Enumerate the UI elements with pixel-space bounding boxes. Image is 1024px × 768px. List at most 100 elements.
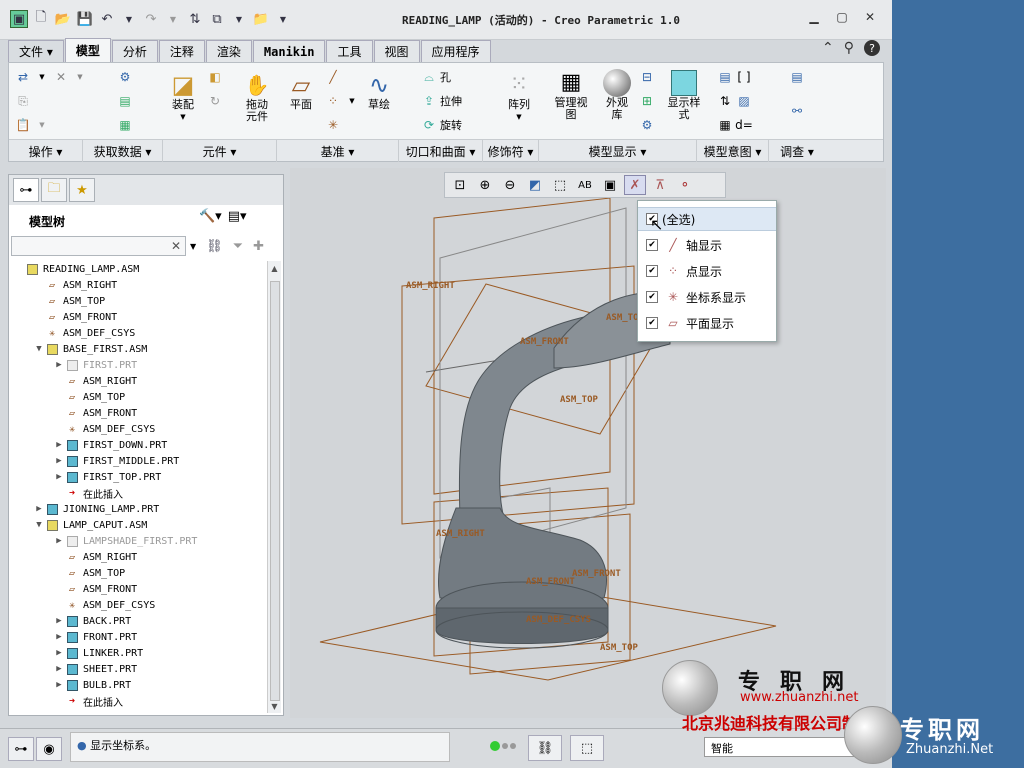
tab-applications[interactable]: 应用程序	[420, 40, 491, 62]
model-tree-tab-icon[interactable]: ⊶	[13, 178, 39, 202]
save-icon[interactable]: 💾	[76, 10, 94, 28]
create-component-button[interactable]: ◧	[207, 69, 223, 85]
minimize-icon[interactable]: ▁	[804, 8, 824, 26]
pattern-button[interactable]: ⁙ 阵列 ▼	[499, 71, 539, 123]
dropdown-item-point-display[interactable]: ✔ ⁘ 点显示	[638, 259, 776, 283]
drag-components-button[interactable]: ✋ 拖动 元件	[239, 71, 275, 123]
tree-node[interactable]: ✳ ASM_DEF_CSYS	[53, 421, 155, 437]
tree-node[interactable]: ▱ ASM_TOP	[33, 293, 105, 309]
expand-arrow-icon[interactable]: ▶	[53, 440, 65, 450]
tree-node[interactable]: ▶ BACK.PRT	[53, 613, 131, 629]
regenerate-button[interactable]: ⇄ ▼	[15, 69, 50, 85]
redo-icon[interactable]: ↷	[142, 10, 160, 28]
tab-annotate[interactable]: 注释	[158, 40, 205, 62]
tab-render[interactable]: 渲染	[205, 40, 252, 62]
customize-qat-icon[interactable]: ▼	[274, 10, 292, 28]
add-column-icon[interactable]: ✚	[253, 239, 264, 254]
zoom-in-icon[interactable]: ⊕	[474, 175, 496, 195]
display-style-icon[interactable]: ⬚	[549, 175, 571, 195]
view-manager-icon[interactable]: ▣	[599, 175, 621, 195]
tree-node[interactable]: ▱ ASM_RIGHT	[53, 549, 137, 565]
group-model-intent[interactable]: 模型意图 ▾	[697, 140, 769, 162]
search-icon[interactable]: ⚲	[844, 40, 854, 56]
close-icon[interactable]: ✕	[860, 8, 880, 26]
tree-node[interactable]: ▶ LINKER.PRT	[53, 645, 143, 661]
sketch-button[interactable]: ∿ 草绘	[361, 71, 397, 111]
section-button[interactable]: ⊟	[639, 69, 655, 85]
shrinkwrap-button[interactable]: ▦	[117, 117, 133, 133]
switch-dimensions-button[interactable]: ⇅ ▨	[717, 93, 752, 109]
folder-browser-tab-icon[interactable]: 🗀	[41, 178, 67, 202]
point-button[interactable]: ⁘ ▼	[325, 93, 360, 109]
assemble-button[interactable]: ◪ 装配 ▼	[165, 71, 201, 123]
tree-scrollbar[interactable]: ▲ ▼	[267, 261, 281, 713]
tree-node[interactable]: ➜ 在此插入	[53, 693, 123, 709]
display-settings-button[interactable]: ⚙	[639, 117, 655, 133]
tab-model[interactable]: 模型	[64, 38, 111, 62]
tab-view[interactable]: 视图	[373, 40, 420, 62]
appearance-gallery-button[interactable]: 外观 库	[597, 69, 637, 121]
extrude-button[interactable]: ⇪ 拉伸	[421, 93, 462, 109]
windows-icon[interactable]: ⧉	[208, 10, 226, 28]
csys-button[interactable]: ✳	[325, 117, 341, 133]
tree-node[interactable]: ▶ FRONT.PRT	[53, 629, 137, 645]
point-display-checkbox[interactable]: ✔	[646, 265, 658, 277]
tree-node[interactable]: ▱ ASM_RIGHT	[33, 277, 117, 293]
redo-dropdown-icon[interactable]: ▼	[164, 10, 182, 28]
expand-arrow-icon[interactable]: ▶	[53, 360, 65, 370]
tree-search-input[interactable]: ✕	[11, 236, 186, 256]
expand-arrow-icon[interactable]: ▶	[53, 536, 65, 546]
tree-settings-icon[interactable]: 🔨▾	[199, 209, 222, 224]
group-datum[interactable]: 基准 ▾	[277, 140, 399, 162]
find-status-icon[interactable]: ⛓	[528, 735, 562, 761]
new-file-icon[interactable]: 🗋	[32, 10, 50, 28]
tree-node[interactable]: ▼ BASE_FIRST.ASM	[33, 341, 147, 357]
find-icon[interactable]: ⛓	[206, 239, 223, 254]
group-investigate[interactable]: 调查 ▾	[769, 140, 825, 162]
expand-arrow-icon[interactable]: ▶	[33, 504, 45, 514]
search-dropdown-icon[interactable]: ▼	[190, 242, 196, 251]
tree-node[interactable]: ➜ 在此插入	[53, 485, 123, 501]
group-operations[interactable]: 操作 ▾	[9, 140, 83, 162]
plane-display-checkbox[interactable]: ✔	[646, 317, 658, 329]
tree-node[interactable]: ▼ LAMP_CAPUT.ASM	[33, 517, 147, 533]
toggle-navigator-icon[interactable]: ⊶	[8, 737, 34, 761]
app-icon[interactable]: ▣	[10, 10, 28, 28]
user-defined-feature-button[interactable]: ⚙	[117, 69, 133, 85]
favorites-tab-icon[interactable]: ★	[69, 178, 95, 202]
tree-node[interactable]: ▶ JIONING_LAMP.PRT	[33, 501, 159, 517]
dropdown-item-axis-display[interactable]: ✔ ╱ 轴显示	[638, 233, 776, 257]
tree-node[interactable]: ▱ ASM_RIGHT	[53, 373, 137, 389]
tree-node[interactable]: READING_LAMP.ASM	[13, 261, 139, 277]
revolve-button[interactable]: ⟳ 旋转	[421, 117, 462, 133]
tree-node[interactable]: ▶ FIRST_DOWN.PRT	[53, 437, 167, 453]
group-modifiers[interactable]: 修饰符 ▾	[483, 140, 539, 162]
tree-node[interactable]: ▶ FIRST.PRT	[53, 357, 137, 373]
tab-file[interactable]: 文件 ▾	[8, 40, 64, 62]
maximize-icon[interactable]: ▢	[832, 8, 852, 26]
tree-node[interactable]: ▱ ASM_FRONT	[53, 581, 137, 597]
tree-node[interactable]: ▶ LAMPSHADE_FIRST.PRT	[53, 533, 197, 549]
tab-analysis[interactable]: 分析	[111, 40, 158, 62]
scroll-up-icon[interactable]: ▲	[268, 261, 281, 275]
refit-icon[interactable]: ⊡	[449, 175, 471, 195]
axis-display-checkbox[interactable]: ✔	[646, 239, 658, 251]
model-viewport[interactable]: ASM_RIGHT ASM_FRONT ASM_TOP ASM_TOP ASM_…	[290, 168, 886, 718]
tree-node[interactable]: ▶ BULB.PRT	[53, 677, 131, 693]
undo-icon[interactable]: ↶	[98, 10, 116, 28]
datum-display-filters-icon[interactable]: ✗	[624, 175, 646, 195]
tree-node[interactable]: ✳ ASM_DEF_CSYS	[33, 325, 135, 341]
expand-arrow-icon[interactable]: ▶	[53, 632, 65, 642]
expand-arrow-icon[interactable]: ▶	[53, 648, 65, 658]
group-get-data[interactable]: 获取数据 ▾	[83, 140, 163, 162]
hole-button[interactable]: ⌓ 孔	[421, 69, 451, 85]
reference-viewer-button[interactable]: ⚯	[789, 103, 805, 119]
regenerate-icon[interactable]: ⇅	[186, 10, 204, 28]
tree-node[interactable]: ▱ ASM_FRONT	[53, 405, 137, 421]
delete-button[interactable]: ✕ ▼	[53, 69, 88, 85]
tab-tools[interactable]: 工具	[326, 40, 373, 62]
expand-arrow-icon[interactable]: ▶	[53, 456, 65, 466]
axis-button[interactable]: ╱	[325, 69, 341, 85]
plane-button[interactable]: ▱ 平面	[283, 71, 319, 111]
zoom-out-icon[interactable]: ⊖	[499, 175, 521, 195]
